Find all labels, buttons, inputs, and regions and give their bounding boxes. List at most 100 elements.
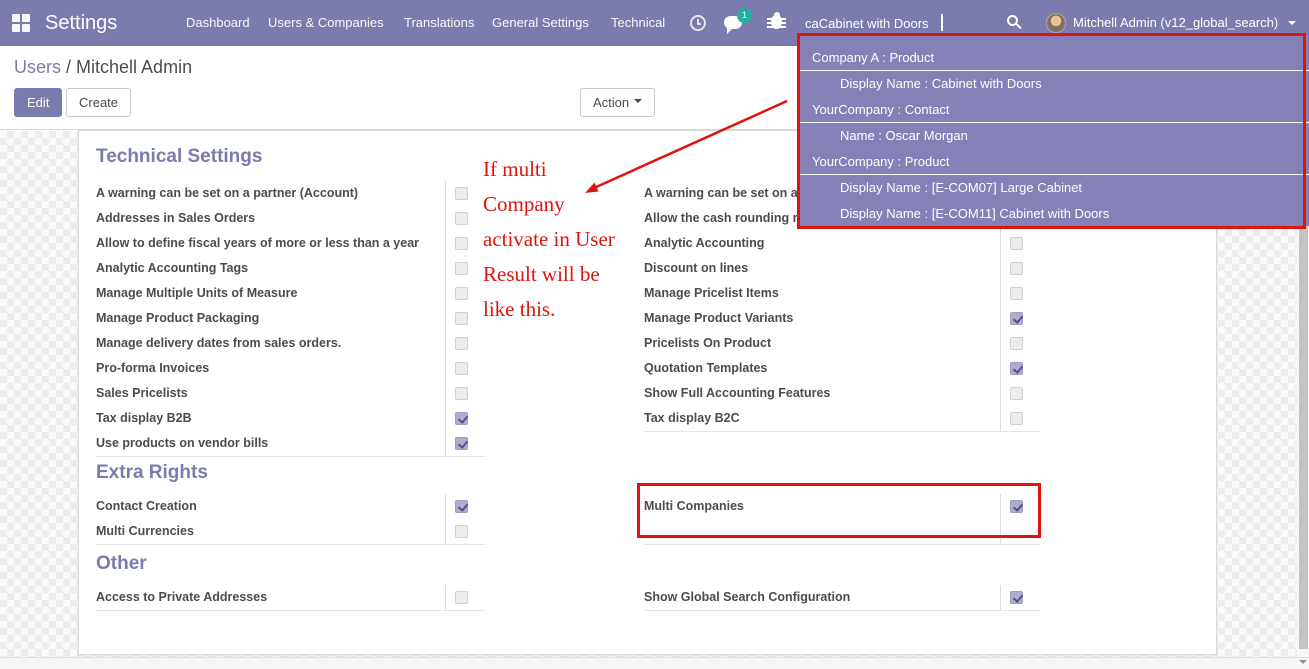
search-result-item[interactable]: Display Name : [E-COM11] Cabinet with Do… [800, 201, 1309, 226]
a-warning-can-be-set-on-a-partner-account-label: A warning can be set on a partner (Accou… [96, 186, 359, 200]
setting-row: Show Global Search Configuration [644, 585, 1040, 610]
nav-item-users-companies[interactable]: Users & Companies [268, 0, 384, 46]
analytic-accounting-checkbox[interactable] [1010, 237, 1023, 250]
manage-product-packaging-label: Manage Product Packaging [96, 311, 260, 325]
apps-menu-icon[interactable] [12, 14, 30, 32]
search-result-item[interactable]: Display Name : [E-COM07] Large Cabinet [800, 175, 1309, 201]
checkbox-cell [445, 181, 485, 206]
setting-row: Manage Pricelist Items [644, 281, 1040, 306]
checkbox-cell [1000, 231, 1040, 256]
search-result-item[interactable]: Display Name : Cabinet with Doors [800, 71, 1309, 97]
manage-multiple-units-of-measure-label: Manage Multiple Units of Measure [96, 286, 298, 300]
global-search-input[interactable] [805, 10, 1000, 36]
tax-display-b2c-label: Tax display B2C [644, 411, 740, 425]
manage-multiple-units-of-measure-checkbox[interactable] [455, 287, 468, 300]
activities-clock-icon[interactable] [690, 15, 706, 31]
setting-row: Quotation Templates [644, 356, 1040, 381]
manage-product-variants-checkbox[interactable] [1010, 312, 1023, 325]
use-products-on-vendor-bills-checkbox[interactable] [455, 437, 468, 450]
setting-row: Manage delivery dates from sales orders. [96, 331, 485, 356]
addresses-in-sales-orders-label: Addresses in Sales Orders [96, 211, 256, 225]
breadcrumb-users-link[interactable]: Users [14, 57, 61, 77]
analytic-accounting-tags-checkbox[interactable] [455, 262, 468, 275]
app-title[interactable]: Settings [45, 0, 117, 46]
user-menu-caret-icon[interactable] [1288, 21, 1296, 29]
setting-row: A warning can be set on a partner (Accou… [96, 181, 485, 206]
sales-pricelists-checkbox[interactable] [455, 387, 468, 400]
analytic-accounting-tags-label: Analytic Accounting Tags [96, 261, 249, 275]
tax-display-b2c-checkbox[interactable] [1010, 412, 1023, 425]
action-dropdown-button[interactable]: Action [580, 88, 656, 117]
multi-companies-checkbox[interactable] [1010, 500, 1023, 513]
pro-forma-invoices-checkbox[interactable] [455, 362, 468, 375]
breadcrumb-separator: / [61, 57, 77, 77]
section-title-technical-settings: Technical Settings [96, 146, 263, 167]
setting-row: Contact Creation [96, 494, 485, 519]
quotation-templates-checkbox[interactable] [1010, 362, 1023, 375]
access-to-private-addresses-checkbox[interactable] [455, 591, 468, 604]
manage-pricelist-items-label: Manage Pricelist Items [644, 286, 779, 300]
analytic-accounting-label: Analytic Accounting [644, 236, 765, 250]
setting-row: Allow to define fiscal years of more or … [96, 231, 485, 256]
manage-pricelist-items-checkbox[interactable] [1010, 287, 1023, 300]
checkbox-cell [445, 331, 485, 356]
allow-to-define-fiscal-years-of-more-or-less-than-a-year-checkbox[interactable] [455, 237, 468, 250]
multi-currencies-checkbox[interactable] [455, 525, 468, 538]
search-icon[interactable] [1007, 15, 1018, 26]
checkbox-cell [1000, 306, 1040, 331]
setting-row: Analytic Accounting [644, 231, 1040, 256]
checkbox-cell [1000, 406, 1040, 431]
show-global-search-configuration-checkbox[interactable] [1010, 591, 1023, 604]
show-full-accounting-features-label: Show Full Accounting Features [644, 386, 831, 400]
action-caret-icon [634, 98, 643, 107]
setting-row: Addresses in Sales Orders [96, 206, 485, 231]
checkbox-cell [1000, 519, 1040, 544]
a-warning-can-be-set-on-a-partner-account-checkbox[interactable] [455, 187, 468, 200]
setting-row: Manage Product Variants [644, 306, 1040, 331]
show-full-accounting-features-checkbox[interactable] [1010, 387, 1023, 400]
nav-item-technical[interactable]: Technical [611, 0, 665, 46]
debug-bug-icon[interactable] [767, 12, 786, 29]
manage-product-packaging-checkbox[interactable] [455, 312, 468, 325]
checkbox-cell [1000, 381, 1040, 406]
discount-on-lines-checkbox[interactable] [1010, 262, 1023, 275]
section-title-extra-rights: Extra Rights [96, 462, 208, 483]
checkbox-cell [445, 281, 485, 306]
nav-item-general-settings[interactable]: General Settings [492, 0, 589, 46]
setting-row: Analytic Accounting Tags [96, 256, 485, 281]
checkbox-cell [1000, 356, 1040, 381]
use-products-on-vendor-bills-label: Use products on vendor bills [96, 436, 269, 450]
pricelists-on-product-checkbox[interactable] [1010, 337, 1023, 350]
checkbox-cell [1000, 494, 1040, 519]
setting-row: Sales Pricelists [96, 381, 485, 406]
nav-item-translations[interactable]: Translations [404, 0, 474, 46]
text-caret [941, 14, 943, 31]
contact-creation-checkbox[interactable] [455, 500, 468, 513]
edit-button[interactable]: Edit [14, 88, 63, 117]
section-title-other: Other [96, 553, 147, 574]
messages-count-badge: 1 [737, 8, 752, 23]
nav-item-dashboard[interactable]: Dashboard [186, 0, 250, 46]
tax-display-b2b-label: Tax display B2B [96, 411, 192, 425]
manage-delivery-dates-from-sales-orders-checkbox[interactable] [455, 337, 468, 350]
setting-row: Multi Currencies [96, 519, 485, 544]
discount-on-lines-label: Discount on lines [644, 261, 749, 275]
search-result-category: YourCompany : Product [800, 149, 1309, 175]
checkbox-cell [445, 356, 485, 381]
scrollbar-down-arrow-icon[interactable] [1299, 660, 1307, 668]
horizontal-scrollbar[interactable] [0, 657, 1309, 669]
create-button[interactable]: Create [66, 88, 132, 117]
action-label: Action [593, 95, 630, 110]
quotation-templates-label: Quotation Templates [644, 361, 768, 375]
setting-row: Discount on lines [644, 256, 1040, 281]
allow-to-define-fiscal-years-of-more-or-less-than-a-year-label: Allow to define fiscal years of more or … [96, 236, 420, 250]
search-result-item[interactable]: Name : Oscar Morgan [800, 123, 1309, 149]
pricelists-on-product-label: Pricelists On Product [644, 336, 772, 350]
manage-product-variants-label: Manage Product Variants [644, 311, 794, 325]
checkbox-cell [445, 231, 485, 256]
user-avatar[interactable] [1046, 13, 1066, 33]
odoo-settings-page: Settings Dashboard Users & Companies Tra… [0, 0, 1309, 669]
setting-row: Show Full Accounting Features [644, 381, 1040, 406]
addresses-in-sales-orders-checkbox[interactable] [455, 212, 468, 225]
tax-display-b2b-checkbox[interactable] [455, 412, 468, 425]
